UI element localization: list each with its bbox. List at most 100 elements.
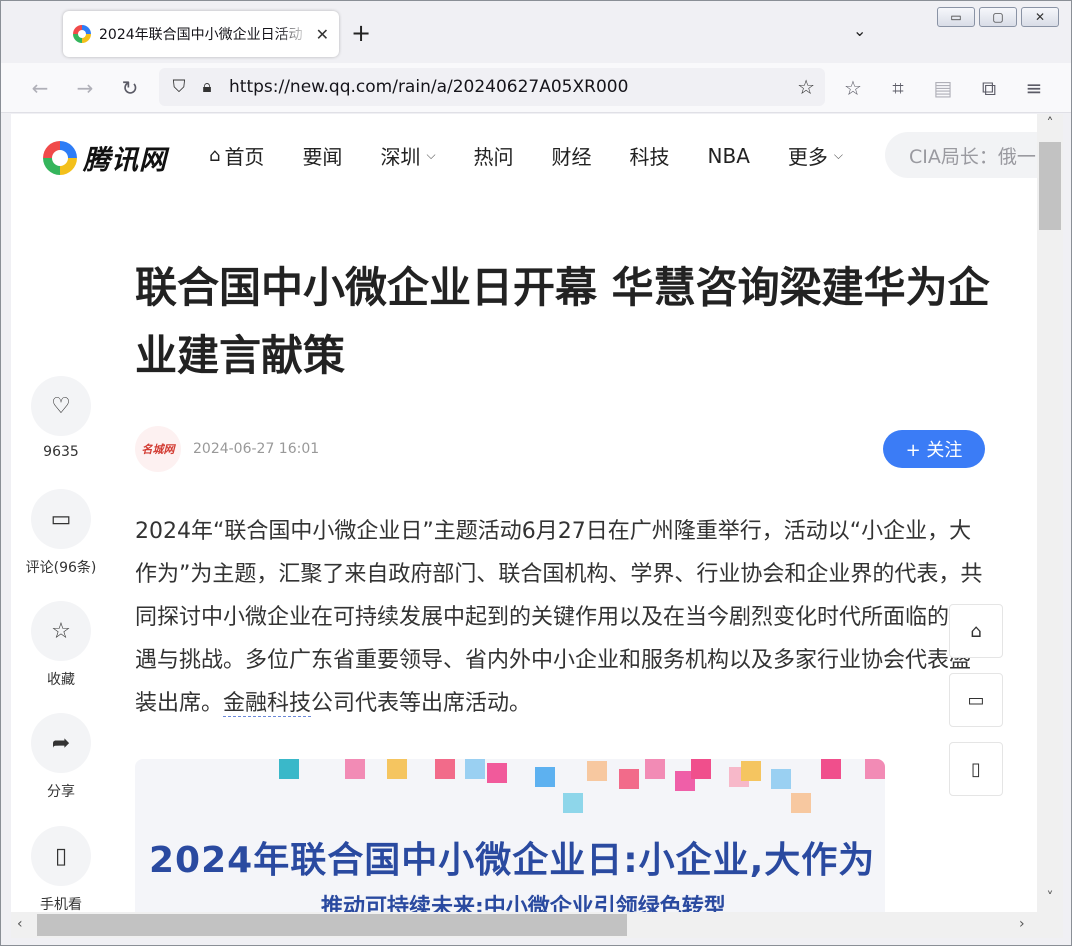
decor-square [645,759,665,779]
float-comment-icon[interactable]: ▭ [949,673,1003,727]
nav-item-news[interactable]: 要闻 [302,141,342,170]
navigation-toolbar: ← → ↻ ⛉ 🔒︎ https://new.qq.com/rain/a/202… [1,63,1071,113]
nav-item-label: 深圳 [380,145,421,169]
decor-square [563,793,583,813]
favorite-action[interactable]: ☆ 收藏 [21,601,101,689]
nav-item-label: NBA [707,143,750,168]
share-arrow-icon[interactable]: ➦ [31,713,91,773]
chevron-down-icon: ⌵ [833,148,844,162]
maximize-button[interactable]: ▢ [979,7,1017,27]
decor-square [771,769,791,789]
close-window-button[interactable]: ✕ [1021,7,1059,27]
chevron-down-icon: ⌵ [426,148,436,162]
nav-item-tech[interactable]: 科技 [630,141,670,170]
source-avatar[interactable]: 名城网 [135,426,181,472]
decor-square [821,759,841,779]
browser-tab-active[interactable]: 2024年联合国中小微企业日活动 ✕ [63,11,339,57]
scrollbar-corner [1037,912,1063,938]
scroll-left-icon[interactable]: ‹ [17,916,23,932]
back-arrow-icon[interactable]: ← [27,75,53,101]
minimize-button[interactable]: ▭ [937,7,975,27]
forward-arrow-icon[interactable]: → [72,75,98,101]
mobile-view-action[interactable]: ▯ 手机看 [21,826,101,912]
nav-item-label: 首页 [224,145,265,169]
article-paragraph: 2024年“联合国中小微企业日”主题活动6月27日在广州隆重举行，活动以“小企业… [135,510,991,725]
keyword-link[interactable]: 金融科技 [223,691,312,717]
horizontal-scroll-thumb[interactable] [37,914,627,936]
scroll-right-icon[interactable]: › [1019,916,1025,932]
article-image[interactable]: 2024年联合国中小微企业日:小企业,大作为 推动可持续未来:中小微企业引领绿色… [135,759,885,912]
image-banner-subtitle: 推动可持续未来:中小微企业引领绿色转型 [321,895,726,912]
url-text[interactable]: https://new.qq.com/rain/a/20240627A05XR0… [229,77,628,97]
comment-action[interactable]: ▭ 评论(96条) [21,489,101,577]
tab-title: 2024年联合国中小微企业日活动 [99,27,303,43]
decor-square [791,793,811,813]
tab-close-icon[interactable]: ✕ [316,25,329,44]
star-icon[interactable]: ☆ [31,601,91,661]
horizontal-scrollbar[interactable]: ‹ › [11,912,1037,938]
scroll-down-icon[interactable]: ˅ [1037,890,1063,906]
nav-item-label: 科技 [629,145,670,169]
follow-button[interactable]: + 关注 [883,430,985,468]
nav-item-finance[interactable]: 财经 [552,141,592,170]
nav-item-label: 要闻 [302,145,343,169]
new-tab-button[interactable]: + [351,21,371,45]
mobile-view-label: 手机看 [40,897,82,912]
list-all-tabs-chevron-icon[interactable]: ⌄ [853,21,866,40]
site-search-input[interactable]: CIA局长：俄一 [885,132,1037,178]
decor-square [435,759,455,779]
window-controls: ▭ ▢ ✕ [937,7,1059,27]
pocket-icon[interactable]: ☆ [840,75,866,101]
screenshot-crop-icon[interactable]: ⌗ [885,75,911,101]
paragraph-text: 2024年“联合国中小微企业日”主题活动6月27日在广州隆重举行，活动以“小企业… [135,519,983,716]
site-lock-icon[interactable]: 🔒︎ [193,77,221,97]
vertical-scroll-thumb[interactable] [1039,142,1061,230]
favorite-label: 收藏 [47,672,75,688]
share-action[interactable]: ➦ 分享 [21,713,101,801]
hamburger-menu-icon[interactable]: ≡ [1021,75,1047,101]
site-logo[interactable]: 腾讯网 [43,138,167,177]
tencent-logo-icon [43,140,77,175]
reload-icon[interactable]: ↻ [117,75,143,101]
bookmark-star-icon[interactable]: ☆ [797,75,815,99]
nav-item-hot-questions[interactable]: 热问 [474,141,514,170]
float-home-icon[interactable]: ⌂ [949,604,1003,658]
decor-square [619,769,639,789]
decor-square [865,759,885,779]
nav-item-home[interactable]: ⌂ 首页 [209,141,264,170]
article-title: 联合国中小微企业日开幕 华慧咨询梁建华为企业建言献策 [135,263,990,380]
reader-view-icon[interactable]: ▤ [930,75,956,101]
site-navigation: ⌂ 首页 要闻 深圳 ⌵ 热问 财经 科技 NBA 更多 ⌵ [209,141,881,170]
extensions-puzzle-icon[interactable]: ⧉ [976,75,1002,101]
address-bar[interactable]: ⛉ 🔒︎ https://new.qq.com/rain/a/20240627A… [159,68,825,106]
nav-item-label: 财经 [551,145,592,169]
image-banner-title: 2024年联合国中小微企业日:小企业,大作为 [149,840,876,881]
home-icon: ⌂ [209,145,221,166]
decor-square [345,759,365,779]
like-action[interactable]: ♡ 9635 [21,376,101,460]
browser-window: 2024年联合国中小微企业日活动 ✕ + ⌄ ▭ ▢ ✕ ← → ↻ ⛉ 🔒︎ … [0,0,1072,946]
float-mobile-icon[interactable]: ▯ [949,742,1003,796]
decor-square [387,759,407,779]
decor-square [587,761,607,781]
tencent-favicon-icon [73,25,91,43]
nav-item-label: 更多 [787,145,828,169]
comment-bubble-icon[interactable]: ▭ [31,489,91,549]
vertical-scrollbar[interactable]: ˄ ˅ [1037,114,1063,912]
scroll-up-icon[interactable]: ˄ [1037,116,1063,132]
decor-square [535,767,555,787]
publish-time: 2024-06-27 16:01 [193,441,320,457]
decor-square [279,759,299,779]
nav-item-more[interactable]: 更多 ⌵ [788,141,843,170]
heart-icon[interactable]: ♡ [31,376,91,436]
article-meta: 名城网 2024-06-27 16:01 [135,426,319,472]
comment-count: 评论(96条) [25,560,97,576]
share-label: 分享 [47,784,75,800]
phone-icon[interactable]: ▯ [31,826,91,886]
decor-square [741,761,761,781]
tab-strip: 2024年联合国中小微企业日活动 ✕ + ⌄ ▭ ▢ ✕ [1,1,1071,63]
nav-item-shenzhen[interactable]: 深圳 ⌵ [380,141,435,170]
tracking-shield-icon[interactable]: ⛉ [165,77,193,97]
site-logo-text: 腾讯网 [83,145,167,176]
nav-item-nba[interactable]: NBA [708,144,750,168]
